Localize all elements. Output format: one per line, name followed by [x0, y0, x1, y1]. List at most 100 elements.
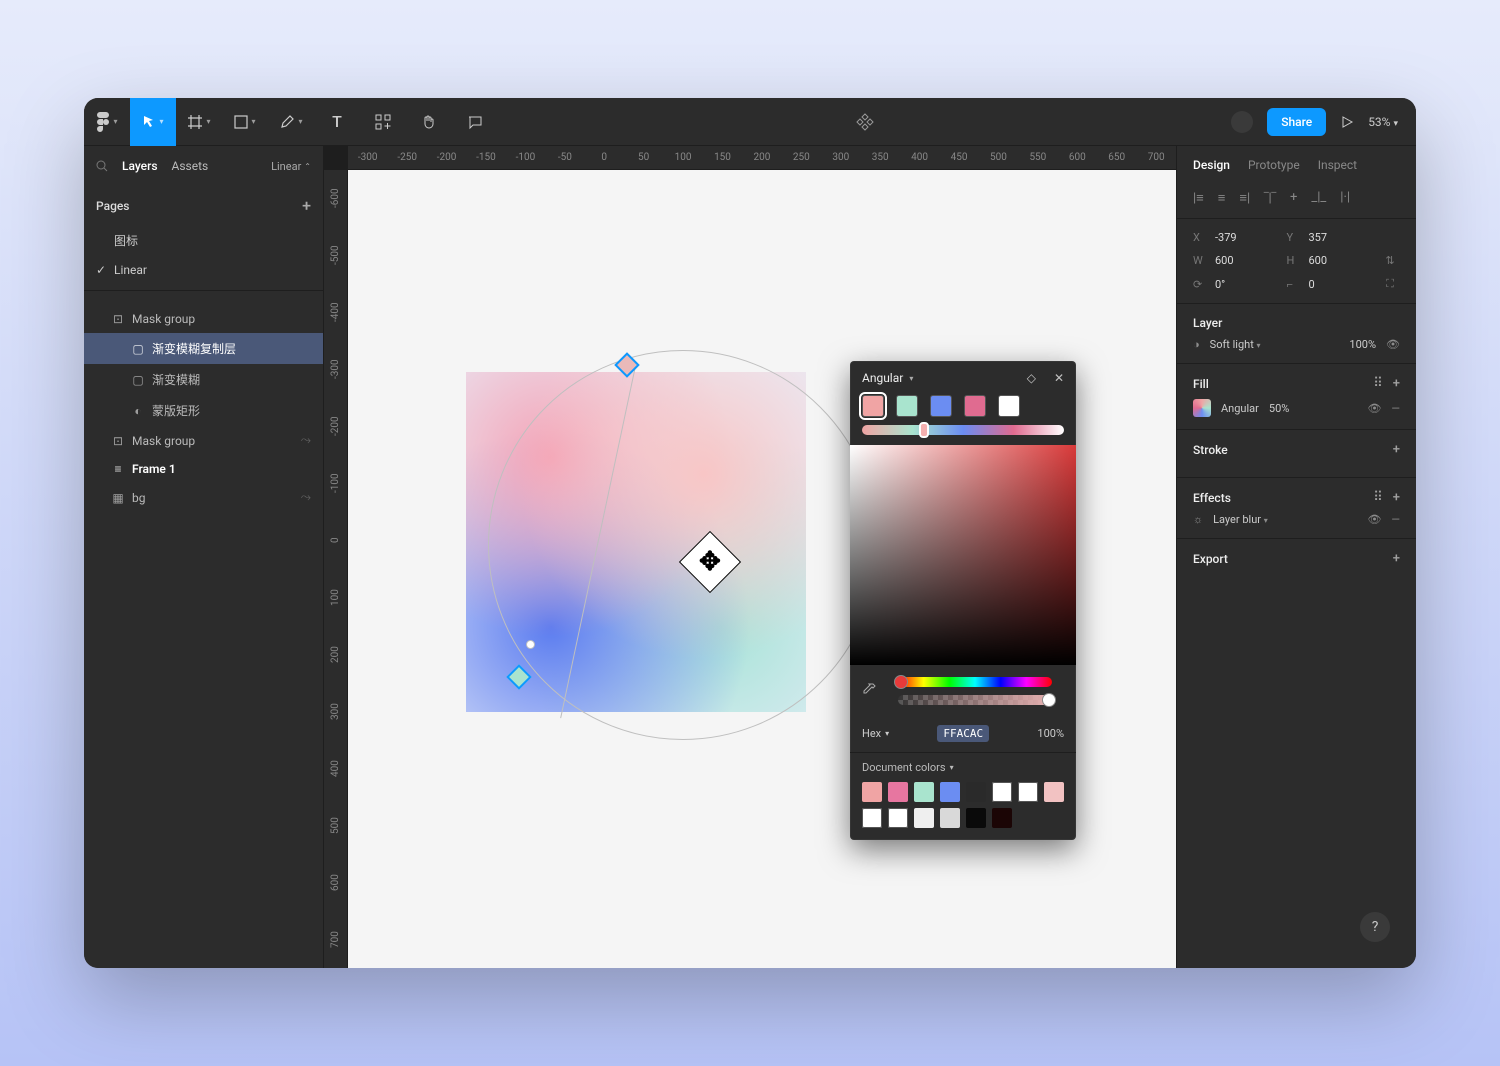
- doc-color-swatch[interactable]: [992, 808, 1012, 828]
- doc-colors-dropdown[interactable]: Document colors ▾: [862, 761, 1064, 774]
- search-icon[interactable]: [96, 160, 108, 172]
- blend-mode-dropdown[interactable]: Soft light ▾: [1210, 338, 1261, 351]
- doc-color-swatch[interactable]: [888, 808, 908, 828]
- page-item[interactable]: Linear: [84, 256, 323, 284]
- doc-color-swatch[interactable]: [1044, 782, 1064, 802]
- add-export-icon[interactable]: +: [1393, 551, 1400, 566]
- rotation-input[interactable]: 0°: [1215, 278, 1279, 291]
- fill-type-label[interactable]: Angular: [1221, 402, 1259, 415]
- align-left-icon[interactable]: 󠀠|≡: [1193, 190, 1204, 206]
- doc-color-swatch[interactable]: [966, 782, 986, 802]
- help-button[interactable]: ?: [1360, 912, 1390, 942]
- doc-color-swatch[interactable]: [862, 808, 882, 828]
- page-filter-dropdown[interactable]: Linear ⌃: [271, 160, 311, 173]
- layer-item-frame[interactable]: ≡ Frame 1: [84, 455, 323, 483]
- hidden-icon[interactable]: ⤳: [301, 490, 311, 505]
- remove-effect-icon[interactable]: —: [1391, 513, 1400, 526]
- hue-slider[interactable]: [898, 677, 1052, 687]
- fill-opacity-input[interactable]: 50%: [1269, 402, 1289, 415]
- gradient-stop[interactable]: [998, 395, 1020, 417]
- color-mode-dropdown[interactable]: Hex ▾: [862, 727, 889, 740]
- align-top-icon[interactable]: ‾|‾: [1264, 190, 1276, 206]
- move-tool-button[interactable]: ▾: [130, 98, 176, 146]
- hex-input[interactable]: FFACAC: [937, 725, 989, 742]
- distribute-icon[interactable]: |·|: [1340, 190, 1350, 206]
- present-icon[interactable]: [1340, 115, 1354, 129]
- alpha-handle[interactable]: [1042, 693, 1056, 707]
- doc-color-swatch[interactable]: [1018, 782, 1038, 802]
- fill-type-dropdown[interactable]: Angular: [862, 371, 903, 385]
- layer-opacity-input[interactable]: 100%: [1349, 338, 1376, 351]
- w-input[interactable]: 600: [1215, 254, 1279, 267]
- alpha-slider[interactable]: [898, 695, 1052, 705]
- gradient-stop-handle[interactable]: [919, 422, 929, 438]
- effect-settings-icon[interactable]: ☼: [1193, 513, 1203, 526]
- frame-tool-button[interactable]: ▾: [176, 98, 222, 146]
- doc-color-swatch[interactable]: [992, 782, 1012, 802]
- add-page-button[interactable]: +: [302, 196, 311, 215]
- align-vcenter-icon[interactable]: +: [1290, 190, 1297, 206]
- layer-item-mask-group[interactable]: ⊡ Mask group ⤳: [84, 426, 323, 455]
- figma-menu-button[interactable]: ▾: [84, 98, 130, 146]
- visibility-icon[interactable]: 👁: [1367, 402, 1381, 415]
- gradient-stop[interactable]: [964, 395, 986, 417]
- tab-assets[interactable]: Assets: [172, 159, 209, 173]
- angular-handle-ring[interactable]: [488, 350, 878, 740]
- visibility-icon[interactable]: 👁: [1367, 513, 1381, 526]
- doc-color-swatch[interactable]: [914, 782, 934, 802]
- fill-swatch[interactable]: [1193, 399, 1211, 417]
- tab-inspect[interactable]: Inspect: [1318, 158, 1357, 172]
- y-input[interactable]: 357: [1309, 231, 1373, 244]
- doc-color-swatch[interactable]: [888, 782, 908, 802]
- page-item[interactable]: 图标: [84, 225, 323, 256]
- constrain-proportions-icon[interactable]: ⇅: [1380, 254, 1400, 267]
- align-bottom-icon[interactable]: _|_: [1311, 190, 1326, 206]
- remove-fill-icon[interactable]: —: [1391, 402, 1400, 415]
- shape-tool-button[interactable]: ▾: [222, 98, 268, 146]
- independent-corners-icon[interactable]: ⛶: [1380, 277, 1400, 291]
- layer-item[interactable]: ◐ 蒙版矩形: [84, 395, 323, 426]
- tab-prototype[interactable]: Prototype: [1248, 158, 1300, 172]
- gradient-bar[interactable]: [862, 425, 1064, 435]
- share-button[interactable]: Share: [1267, 108, 1326, 136]
- layer-item-mask-group[interactable]: ⊡ Mask group: [84, 305, 323, 333]
- zoom-dropdown[interactable]: 53%▾: [1368, 115, 1398, 129]
- doc-color-swatch[interactable]: [940, 808, 960, 828]
- gradient-stop[interactable]: [896, 395, 918, 417]
- add-stroke-icon[interactable]: +: [1393, 442, 1400, 457]
- blend-icon[interactable]: ◇: [1027, 371, 1036, 385]
- user-avatar[interactable]: [1231, 111, 1253, 133]
- gradient-stop[interactable]: [862, 395, 884, 417]
- doc-color-swatch[interactable]: [940, 782, 960, 802]
- eyedropper-icon[interactable]: [862, 683, 876, 697]
- close-icon[interactable]: ✕: [1054, 371, 1064, 385]
- radius-input[interactable]: 0: [1309, 278, 1373, 291]
- doc-color-swatch[interactable]: [966, 808, 986, 828]
- pen-tool-button[interactable]: ▾: [268, 98, 314, 146]
- layer-item-image[interactable]: ▦ bg ⤳: [84, 483, 323, 512]
- visibility-icon[interactable]: 👁: [1386, 338, 1400, 351]
- doc-color-swatch[interactable]: [914, 808, 934, 828]
- gradient-stop[interactable]: [930, 395, 952, 417]
- text-tool-button[interactable]: T: [314, 98, 360, 146]
- saturation-value-field[interactable]: [850, 445, 1076, 665]
- comment-tool-button[interactable]: [452, 98, 498, 146]
- hidden-icon[interactable]: ⤳: [301, 433, 311, 448]
- tab-design[interactable]: Design: [1193, 158, 1230, 172]
- x-input[interactable]: -379: [1215, 231, 1279, 244]
- hand-tool-button[interactable]: [406, 98, 452, 146]
- layer-item[interactable]: ▢ 渐变模糊: [84, 364, 323, 395]
- color-opacity-input[interactable]: 100%: [1037, 727, 1064, 740]
- align-right-icon[interactable]: ≡|: [1239, 190, 1250, 206]
- effect-type-dropdown[interactable]: Layer blur ▾: [1213, 513, 1268, 526]
- add-fill-icon[interactable]: +: [1393, 376, 1400, 391]
- h-input[interactable]: 600: [1309, 254, 1373, 267]
- doc-color-swatch[interactable]: [862, 782, 882, 802]
- layer-item-selected[interactable]: ▢ 渐变模糊复制层: [84, 333, 323, 364]
- resources-button[interactable]: [360, 98, 406, 146]
- add-effect-icon[interactable]: +: [1393, 490, 1400, 505]
- gradient-center-handle[interactable]: [526, 640, 535, 649]
- align-hcenter-icon[interactable]: ≡: [1218, 190, 1226, 206]
- styles-icon[interactable]: ⠿: [1373, 376, 1383, 391]
- color-picker-panel[interactable]: Angular ▾ ◇ ✕ Hex: [850, 361, 1076, 840]
